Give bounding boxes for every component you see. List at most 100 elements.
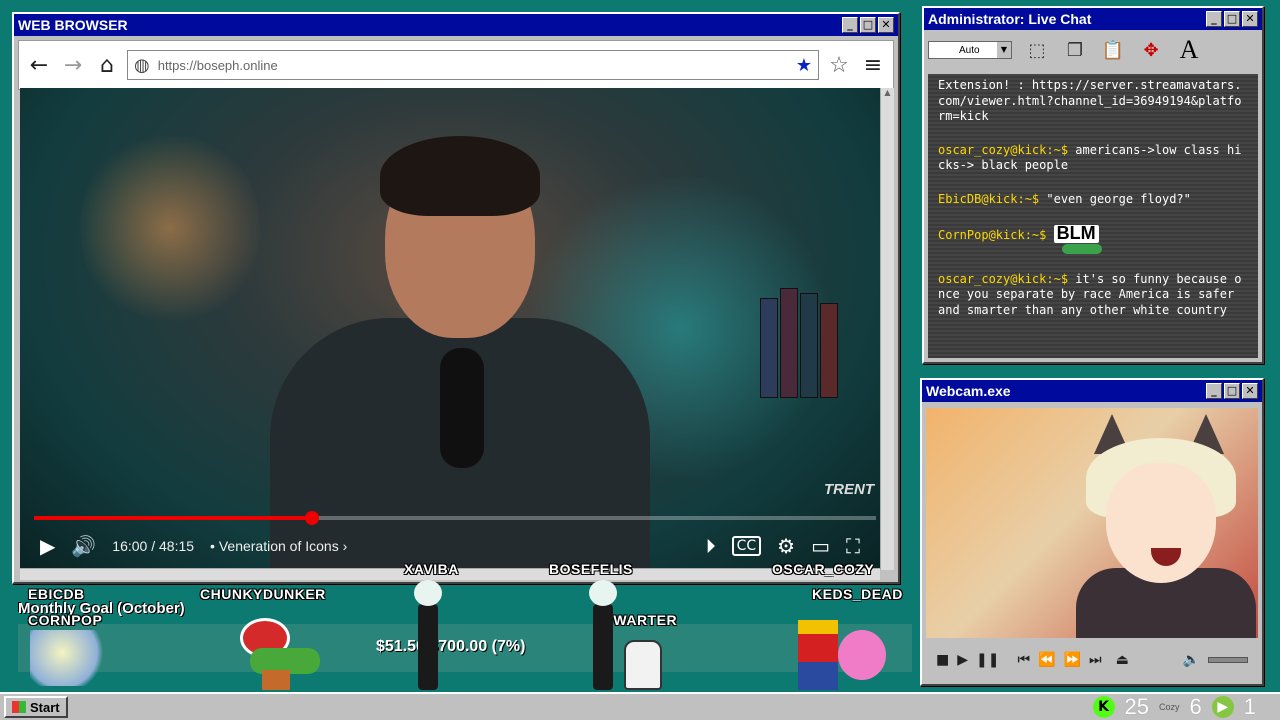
captions-icon[interactable]: CC [731,536,762,556]
video-watermark: TRENT [824,481,874,498]
chat-titlebar[interactable]: Administrator: Live Chat _ □ ✕ [924,8,1262,30]
chat-message: EbicDB@kick:~$ "even george floyd?" [938,192,1248,208]
viewer-name-cornpop: CORNPOP [28,612,103,628]
star-icon[interactable]: ☆ [825,51,853,79]
live-chat-window: Administrator: Live Chat _ □ ✕ Auto ▼ ⬚ ❐… [922,6,1264,364]
fast-forward-icon[interactable]: ⏩ [1064,652,1081,668]
chat-text: "even george floyd?" [1039,191,1191,206]
viewer-name-oscar-cozy: OSCAR_COZY [772,561,875,577]
avatar-sprite-bosefelis [585,580,621,690]
bookmark-star-icon[interactable]: ★ [796,55,812,76]
volume-icon[interactable]: 🔉 [1183,652,1200,668]
webcam-titlebar[interactable]: Webcam.exe _ □ ✕ [922,380,1262,402]
video-player[interactable]: TRENT ▶ 🔊 16:00 / 48:15 • Veneration of … [20,88,880,570]
home-icon[interactable]: ⌂ [93,51,121,79]
avatar-sprite-xaviba [410,580,446,690]
avatar-sprite-chunkydunker [240,618,320,690]
avatar-sprite-keds-dead [798,620,888,690]
font-icon[interactable]: A [1176,35,1202,64]
chapter-title: Veneration of Icons [218,538,339,554]
back-icon[interactable]: ← [25,51,53,79]
chat-username[interactable]: CornPop@kick:~$ [938,228,1046,242]
autoplay-toggle-icon[interactable]: ⏵ [706,534,716,558]
viewer-name-bosefelis: BOSEFELIS [549,561,633,577]
avatar-sprite-qwarter [624,640,662,690]
chat-message: oscar_cozy@kick:~$ it's so funny because… [938,272,1248,319]
chat-username[interactable]: oscar_cozy@kick:~$ [938,272,1068,286]
video-chapter[interactable]: • Veneration of Icons › [210,538,347,554]
fullscreen-icon[interactable]: ⛶ [846,534,860,558]
close-button[interactable]: ✕ [878,17,894,33]
browser-titlebar[interactable]: WEB BROWSER _ □ ✕ [14,14,898,36]
maximize-button[interactable]: □ [1224,383,1240,399]
goal-amount: $51.50/$700.00 (7%) [376,638,526,655]
video-time: 16:00 / 48:15 [112,538,195,554]
close-button[interactable]: ✕ [1242,383,1258,399]
close-button[interactable]: ✕ [1242,11,1258,27]
progress-scrubber[interactable] [304,511,319,525]
pause-icon[interactable]: ❚❚ [976,652,999,668]
skip-forward-icon[interactable]: ⏭ [1089,652,1102,668]
maximize-button[interactable]: □ [860,17,876,33]
settings-gear-icon[interactable]: ⚙ [777,534,795,558]
volume-slider[interactable] [1208,657,1248,663]
viewer-name-keds-dead: KEDS_DEAD [812,586,903,602]
select-region-icon[interactable]: ⬚ [1024,37,1050,63]
media-controls: ■ ▶ ❚❚ ⏮ ⏪ ⏩ ⏭ ⏏ 🔉 [926,642,1258,678]
presenter [270,118,650,570]
follower-count: 6 [1189,694,1202,719]
chat-emote: BLM [1053,224,1099,243]
webcam-title: Webcam.exe [926,383,1011,399]
rewind-icon[interactable]: ⏪ [1038,652,1055,668]
chat-toolbar: Auto ▼ ⬚ ❐ 📋 ✥ A [924,30,1262,70]
browser-title: WEB BROWSER [18,17,128,33]
frog-emote-icon [1062,243,1102,254]
webcam-feed [926,408,1258,638]
video-progress-bar[interactable] [34,511,876,525]
start-button[interactable]: Start [4,696,68,718]
video-lamp-glow [80,128,260,328]
viewer-count: 25 [1124,694,1149,719]
volume-icon[interactable]: 🔊 [71,534,96,558]
video-controls: ▶ 🔊 16:00 / 48:15 • Veneration of Icons … [20,528,880,564]
play-icon[interactable]: ▶ [957,652,968,668]
chevron-down-icon[interactable]: ▼ [997,42,1011,58]
minimize-button[interactable]: _ [842,17,858,33]
scroll-up-icon[interactable]: ▲ [881,88,894,102]
skip-back-icon[interactable]: ⏮ [1017,652,1030,668]
vertical-scrollbar[interactable]: ▲ [880,88,894,570]
copy-icon[interactable]: ❐ [1062,37,1088,63]
stop-icon[interactable]: ■ [936,652,949,668]
minimize-button[interactable]: _ [1206,11,1222,27]
eject-icon[interactable]: ⏏ [1116,652,1129,668]
chat-message: Extension! : https://server.streamavatar… [938,78,1248,125]
kick-logo-icon[interactable]: K [1092,696,1115,718]
progress-fill [34,516,312,520]
maximize-button[interactable]: □ [1224,11,1240,27]
size-select-value: Auto [959,44,980,56]
forward-icon[interactable]: → [59,51,87,79]
rumble-play-icon[interactable]: ▶ [1211,696,1234,718]
start-label: Start [30,699,60,715]
chat-title: Administrator: Live Chat [928,11,1092,27]
size-select[interactable]: Auto ▼ [928,41,1012,59]
move-icon[interactable]: ✥ [1138,37,1164,63]
address-bar[interactable]: ◍ https://boseph.online ★ [127,50,819,80]
taskbar: Start K 25 Cozy 6 ▶ 1 [0,692,1280,720]
chat-username[interactable]: EbicDB@kick:~$ [938,192,1039,206]
theater-mode-icon[interactable]: ▭ [811,534,830,558]
microphone [440,348,484,468]
minimize-button[interactable]: _ [1206,383,1222,399]
chat-message: CornPop@kick:~$ BLM [938,224,1248,254]
browser-toolbar: ← → ⌂ ◍ https://boseph.online ★ ☆ ≡ [18,40,894,90]
menu-icon[interactable]: ≡ [859,51,887,79]
rumble-count: 1 [1243,694,1256,719]
paste-icon[interactable]: 📋 [1100,37,1126,63]
chat-username[interactable]: oscar_cozy@kick:~$ [938,143,1068,157]
url-text: https://boseph.online [157,57,278,73]
play-icon[interactable]: ▶ [40,534,55,558]
chat-message: oscar_cozy@kick:~$ americans->low class … [938,143,1248,174]
chat-messages: Extension! : https://server.streamavatar… [928,74,1258,358]
windows-logo-icon [12,701,26,713]
cozy-label: Cozy [1158,702,1180,712]
